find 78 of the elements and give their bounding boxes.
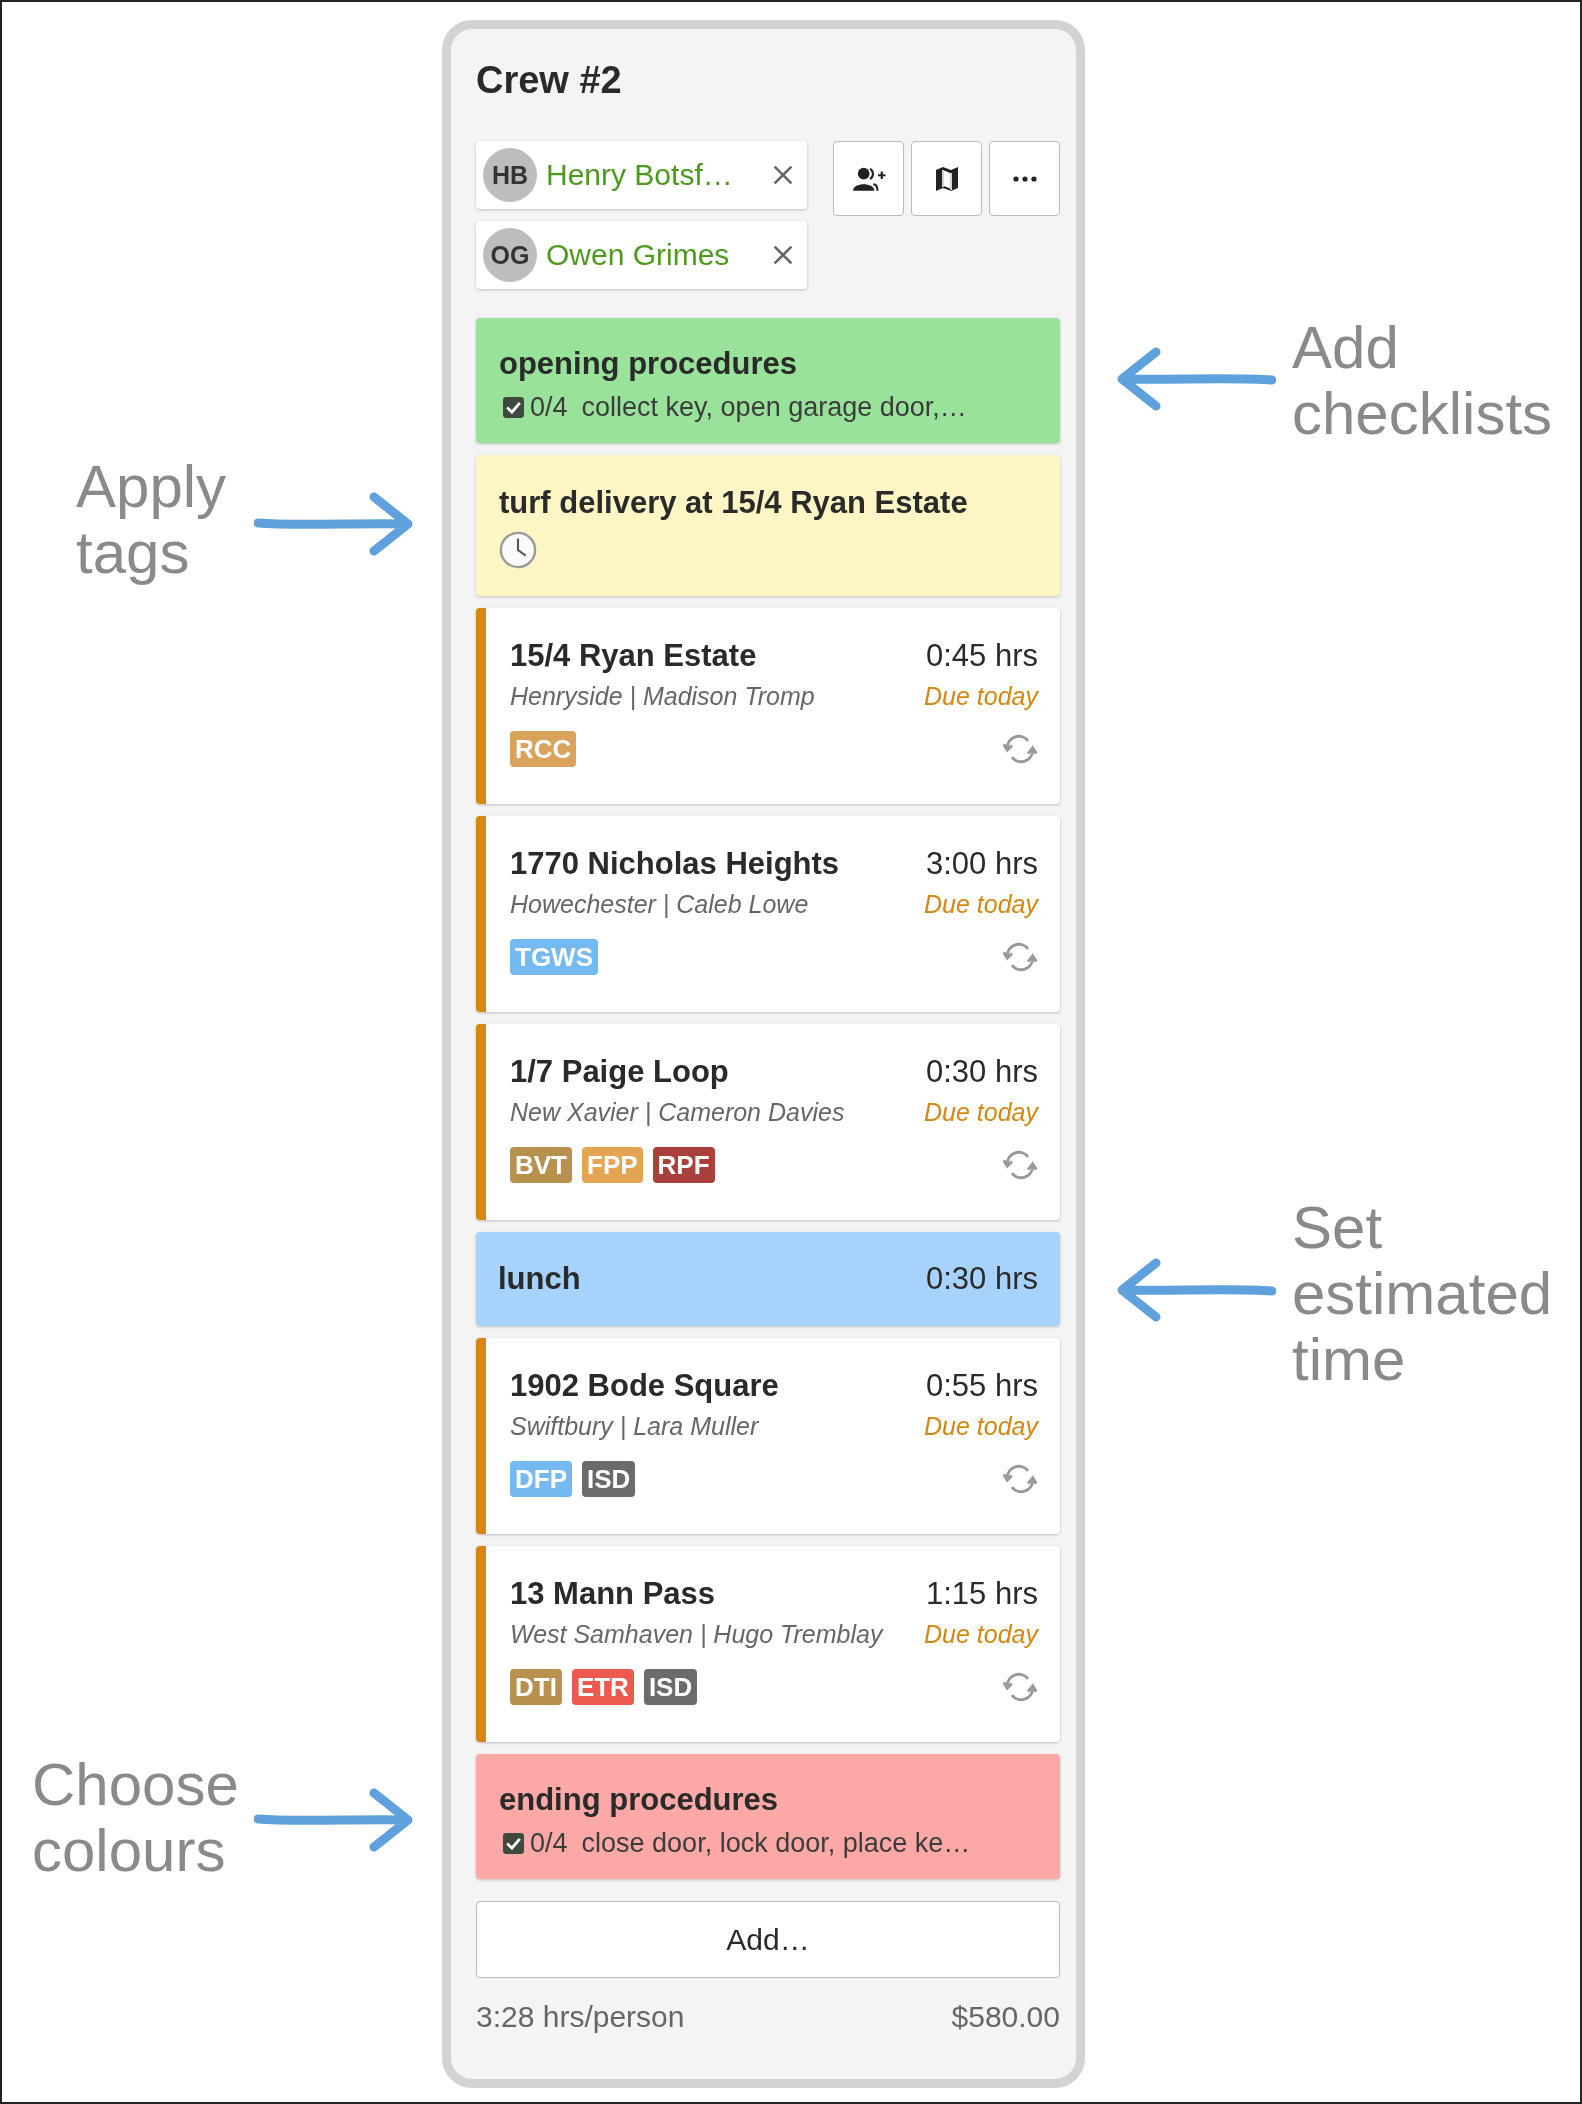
sync-icon[interactable] [1002, 1464, 1038, 1494]
tag: DFP [510, 1461, 572, 1497]
add-person-button[interactable] [833, 141, 904, 216]
checklist-card[interactable]: ending procedures 0/4 close door, lock door, place ke… [476, 1754, 1060, 1879]
tag: ISD [582, 1461, 636, 1497]
job-card[interactable]: 13 Mann Pass 1:15 hrs West Samhaven | Hugo Tremblay Due today DTI ETR ISD [476, 1546, 1060, 1742]
tag: TGWS [510, 939, 598, 975]
member-name: Owen Grimes [546, 238, 731, 272]
map-icon [934, 164, 959, 193]
checklist-progress: 0/4 [530, 392, 568, 423]
sync-icon[interactable] [1002, 1672, 1038, 1702]
job-location: Howechester | Caleb Lowe [510, 890, 809, 919]
job-duration: 3:00 hrs [926, 846, 1038, 882]
close-icon[interactable] [771, 163, 795, 187]
tag: RCC [510, 731, 577, 767]
sync-icon[interactable] [1002, 942, 1038, 972]
due-label: Due today [924, 1620, 1038, 1649]
due-label: Due today [924, 890, 1038, 919]
checkbox-icon [503, 397, 524, 418]
more-button[interactable] [989, 141, 1060, 216]
member-avatar: OG [483, 228, 537, 282]
tag: BVT [510, 1147, 572, 1183]
job-card[interactable]: 1770 Nicholas Heights 3:00 hrs Howechester | Caleb Lowe Due today TGWS [476, 816, 1060, 1012]
checklist-summary: collect key, open garage door,… [581, 392, 967, 423]
note-title: turf delivery at 15/4 Ryan Estate [499, 485, 969, 521]
annotation-text: Add checklists [1292, 315, 1553, 447]
tag: ISD [643, 1669, 698, 1705]
close-icon[interactable] [771, 243, 795, 267]
job-duration: 0:45 hrs [926, 638, 1038, 674]
due-label: Due today [924, 682, 1038, 711]
job-card[interactable]: 1902 Bode Square 0:55 hrs Swiftbury | Lara Muller Due today DFP ISD [476, 1338, 1060, 1534]
job-title: 1902 Bode Square [510, 1368, 779, 1404]
tag: RPF [652, 1147, 715, 1183]
job-title: 13 Mann Pass [510, 1576, 716, 1612]
member-avatar: HB [483, 148, 537, 202]
job-title: 15/4 Ryan Estate [510, 638, 757, 674]
job-location: Swiftbury | Lara Muller [510, 1412, 759, 1441]
annotation-text: Set estimated time [1292, 1195, 1553, 1393]
job-location: New Xavier | Cameron Davies [510, 1098, 845, 1127]
member-chip[interactable]: HB Henry Botsf… [476, 141, 807, 209]
job-duration: 0:55 hrs [926, 1368, 1038, 1404]
map-button[interactable] [911, 141, 982, 216]
job-duration: 0:30 hrs [926, 1054, 1038, 1090]
sync-icon[interactable] [1002, 734, 1038, 764]
job-title: 1/7 Paige Loop [510, 1054, 729, 1090]
member-chip[interactable]: OG Owen Grimes [476, 221, 807, 289]
clock-icon [499, 531, 537, 569]
sync-icon[interactable] [1002, 1150, 1038, 1180]
total-cost: $580.00 [951, 2000, 1060, 2034]
annotation-text: Apply tags [76, 454, 227, 586]
checklist-summary: close door, lock door, place ke… [581, 1828, 971, 1859]
job-card[interactable]: 15/4 Ryan Estate 0:45 hrs Henryside | Madison Tromp Due today RCC [476, 608, 1060, 804]
hours-per-person: 3:28 hrs/person [476, 2000, 685, 2034]
checkbox-icon [503, 1833, 524, 1854]
break-card[interactable]: lunch 0:30 hrs [476, 1232, 1060, 1326]
add-person-icon [851, 165, 886, 192]
tag: DTI [510, 1669, 562, 1705]
job-location: Henryside | Madison Tromp [510, 682, 815, 711]
job-card[interactable]: 1/7 Paige Loop 0:30 hrs New Xavier | Cameron Davies Due today BVT FPP RPF [476, 1024, 1060, 1220]
crew-title: Crew #2 [476, 59, 623, 103]
note-card[interactable]: turf delivery at 15/4 Ryan Estate [476, 455, 1060, 596]
tag: FPP [582, 1147, 643, 1183]
member-name: Henry Botsf… [546, 158, 734, 192]
checklist-card[interactable]: opening procedures 0/4 collect key, open garage door,… [476, 318, 1060, 443]
break-duration: 0:30 hrs [926, 1261, 1038, 1297]
checklist-title: opening procedures [499, 346, 798, 382]
job-location: West Samhaven | Hugo Tremblay [510, 1620, 883, 1649]
due-label: Due today [924, 1412, 1038, 1441]
add-button[interactable]: Add… [476, 1901, 1060, 1978]
checklist-title: ending procedures [499, 1782, 780, 1818]
checklist-progress: 0/4 [530, 1828, 568, 1859]
break-title: lunch [498, 1261, 581, 1297]
annotation-text: Choose colours [32, 1752, 239, 1884]
job-title: 1770 Nicholas Heights [510, 846, 840, 882]
more-icon [1012, 175, 1037, 182]
due-label: Due today [924, 1098, 1038, 1127]
job-duration: 1:15 hrs [926, 1576, 1038, 1612]
tag: ETR [571, 1669, 634, 1705]
